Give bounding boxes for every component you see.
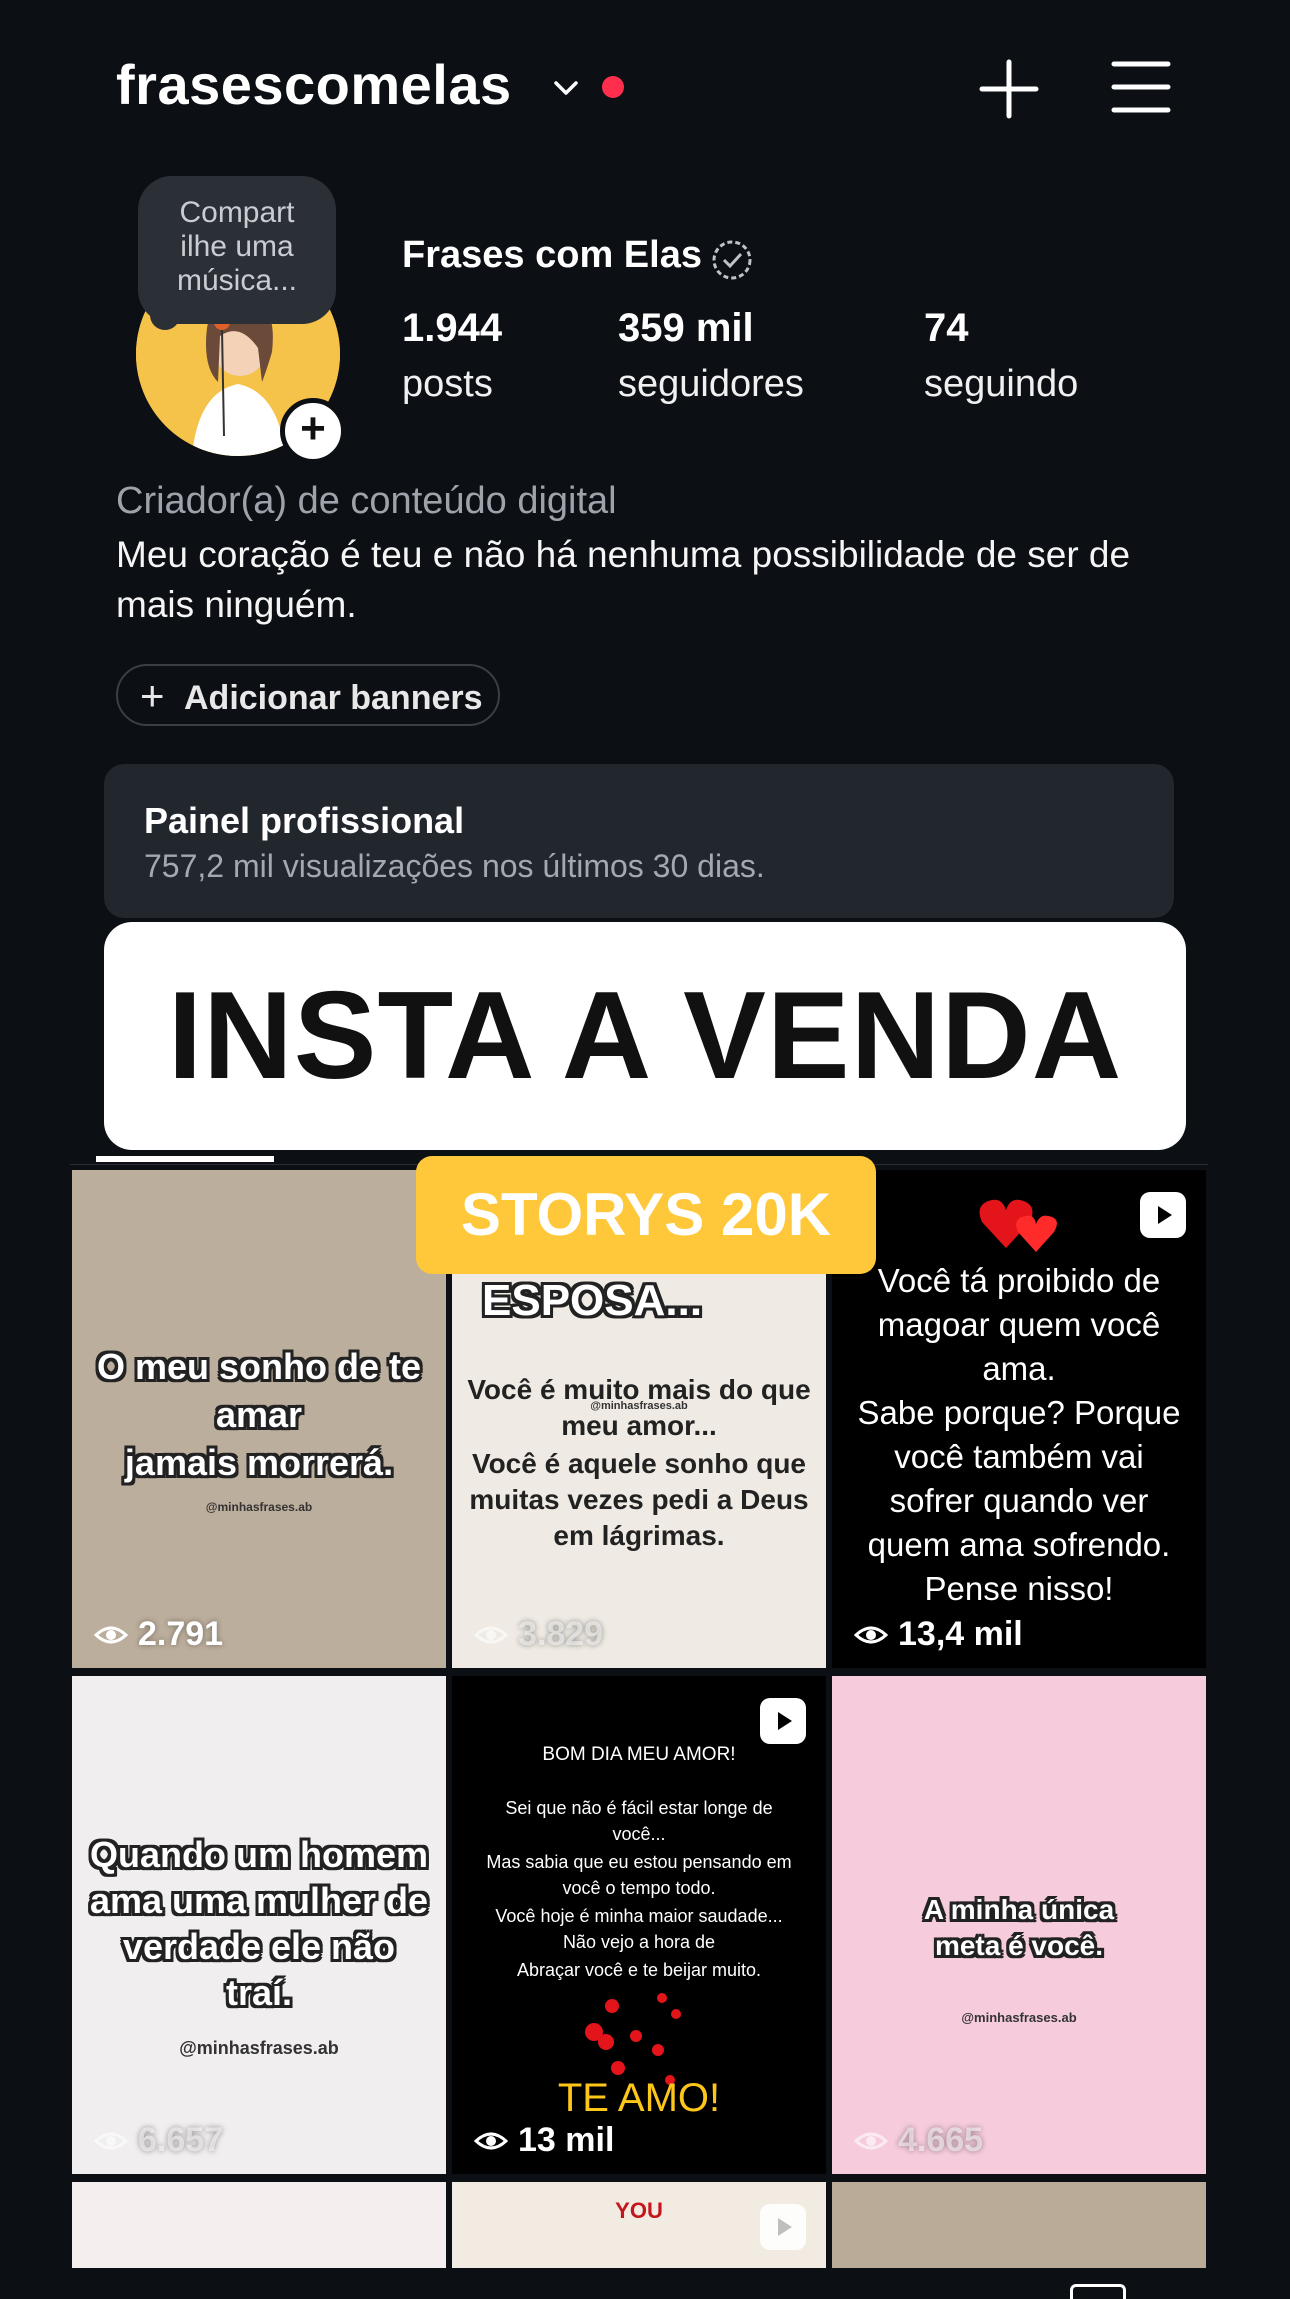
- note-bubble[interactable]: Compart ilhe uma música...: [138, 176, 336, 324]
- post-text-line: você também vai: [894, 1438, 1144, 1475]
- panel-title: Painel profissional: [144, 800, 465, 841]
- sale-banner-overlay: INSTA A VENDA: [104, 922, 1186, 1150]
- partial-icon: [1070, 2284, 1126, 2299]
- post-handle: @minhasfrases.ab: [205, 1500, 313, 1514]
- post-heading: ESPOSA...: [482, 1276, 703, 1325]
- post-text-line: ama.: [982, 1350, 1056, 1387]
- stat-posts-value: 1.944: [402, 306, 503, 350]
- post-text-line: magoar quem você: [877, 1306, 1161, 1343]
- view-count-value: 6.657: [138, 2121, 224, 2159]
- notification-dot: [602, 76, 624, 98]
- post-heading: BOM DIA MEU AMOR!: [542, 1744, 736, 1765]
- view-count: 4.665: [854, 2121, 983, 2160]
- view-count: 3.829: [474, 1615, 603, 1654]
- post-text-line: Não vejo a hora de: [562, 1932, 716, 1952]
- hearts-icon: [979, 1199, 1057, 1252]
- post-text-line: amar: [215, 1394, 303, 1435]
- professional-dashboard[interactable]: Painel profissional 757,2 mil visualizaç…: [104, 764, 1174, 918]
- eye-icon: [474, 2132, 508, 2149]
- grid-post-6[interactable]: A minha única meta é você. @minhasfrases…: [832, 1676, 1206, 2174]
- post-text-line: Mas sabia que eu estou pensando em: [486, 1852, 792, 1872]
- grid-post-4[interactable]: Quando um homem ama uma mulher de verdad…: [72, 1676, 446, 2174]
- grid-tab-indicator[interactable]: [96, 1156, 274, 1162]
- eye-icon: [474, 1626, 508, 1643]
- bio-text: Meu coração é teu e não há nenhuma possi…: [116, 534, 1131, 625]
- post-text-line: meu amor...: [561, 1410, 717, 1441]
- stat-followers-value: 359 mil: [618, 306, 754, 350]
- post-handle: @minhasfrases.ab: [961, 2010, 1077, 2025]
- post-text-line: Abraçar você e te beijar muito.: [516, 1960, 762, 1980]
- post-text-line: A minha única: [923, 1894, 1115, 1925]
- stat-following-label: seguindo: [924, 363, 1079, 405]
- chevron-down-icon[interactable]: [548, 70, 584, 106]
- post-text-line: Pense nisso!: [924, 1570, 1114, 1607]
- stat-followers[interactable]: 359 mil seguidores: [618, 306, 804, 406]
- eye-icon: [94, 1626, 128, 1643]
- reel-icon: [1140, 1192, 1186, 1238]
- storys-tag-overlay: STORYS 20K: [416, 1156, 876, 1274]
- panel-subtitle: 757,2 mil visualizações nos últimos 30 d…: [144, 848, 765, 884]
- grid-post-1[interactable]: O meu sonho de te amar jamais morrerá. @…: [72, 1170, 446, 1668]
- grid-post-8[interactable]: YOU: [452, 2182, 826, 2268]
- stat-followers-label: seguidores: [618, 363, 804, 405]
- post-text-line: Você tá proibido de: [877, 1262, 1161, 1299]
- add-story-icon[interactable]: +: [280, 398, 346, 464]
- sale-banner-text: INSTA A VENDA: [167, 967, 1123, 1105]
- display-name: Frases com Elas: [402, 234, 702, 276]
- post-text-line: Você hoje é minha maior saudade...: [495, 1906, 783, 1926]
- post-text-line: ama uma mulher de: [89, 1880, 429, 1921]
- post-text-line: Você é aquele sonho que: [471, 1448, 806, 1479]
- view-count: 13 mil: [474, 2121, 614, 2160]
- post-text-line: TE AMO!: [557, 2076, 721, 2120]
- stat-posts[interactable]: 1.944 posts: [402, 306, 502, 406]
- verified-badge-icon: [712, 240, 752, 280]
- view-count: 2.791: [94, 1615, 223, 1654]
- eye-icon: [94, 2132, 128, 2149]
- post-handle: @minhasfrases.ab: [590, 1400, 688, 1412]
- hamburger-menu-icon[interactable]: [1110, 58, 1172, 116]
- view-count-value: 2.791: [138, 1615, 224, 1653]
- post-text-line: Sei que não é fácil estar longe de: [505, 1798, 773, 1818]
- view-count-value: 4.665: [898, 2121, 984, 2159]
- reel-icon: [760, 1698, 806, 1744]
- stat-posts-label: posts: [402, 363, 493, 405]
- reel-icon: [760, 2204, 806, 2250]
- post-text-line: jamais morrerá.: [124, 1442, 394, 1483]
- storys-tag-text: STORYS 20K: [460, 1181, 832, 1248]
- grid-post-5[interactable]: BOM DIA MEU AMOR! Sei que não é fácil es…: [452, 1676, 826, 2174]
- add-banners-button[interactable]: + Adicionar banners: [116, 664, 500, 726]
- post-text-line: quem ama sofrendo.: [867, 1526, 1171, 1563]
- post-text-line: Sabe porque? Porque: [857, 1394, 1181, 1431]
- add-banners-label: Adicionar banners: [184, 679, 483, 717]
- post-text-line: você o tempo todo.: [562, 1878, 716, 1898]
- post-text-line: em lágrimas.: [553, 1520, 725, 1551]
- post-handle: @minhasfrases.ab: [179, 2038, 339, 2058]
- view-count-value: 13,4 mil: [898, 1615, 1023, 1653]
- post-text-line: sofrer quando ver: [889, 1482, 1149, 1519]
- post-text-line: traí.: [225, 1972, 293, 2013]
- stat-following-value: 74: [924, 306, 969, 350]
- grid-post-9[interactable]: [832, 2182, 1206, 2268]
- view-count: 13,4 mil: [854, 1615, 1023, 1654]
- view-count: 6.657: [94, 2121, 223, 2160]
- view-count-value: 3.829: [518, 1615, 604, 1653]
- view-count-value: 13 mil: [518, 2121, 615, 2159]
- grid-post-7[interactable]: [72, 2182, 446, 2268]
- eye-icon: [854, 2132, 888, 2149]
- stat-following[interactable]: 74 seguindo: [924, 306, 1078, 406]
- post-text-line: verdade ele não: [122, 1926, 396, 1967]
- post-text-line: você...: [612, 1824, 666, 1844]
- post-text-line: O meu sonho de te: [96, 1346, 422, 1387]
- grid-post-3[interactable]: Você tá proibido de magoar quem você ama…: [832, 1170, 1206, 1668]
- username-dropdown[interactable]: frasescomelas: [116, 52, 512, 117]
- post-text-line: meta é você.: [934, 1930, 1104, 1961]
- plus-icon: +: [140, 672, 165, 719]
- post-text-line: muitas vezes pedi a Deus: [469, 1484, 809, 1515]
- post-text-line: Quando um homem: [89, 1834, 428, 1875]
- category-label: Criador(a) de conteúdo digital: [116, 480, 617, 522]
- eye-icon: [854, 1626, 888, 1643]
- plus-icon[interactable]: [976, 56, 1042, 122]
